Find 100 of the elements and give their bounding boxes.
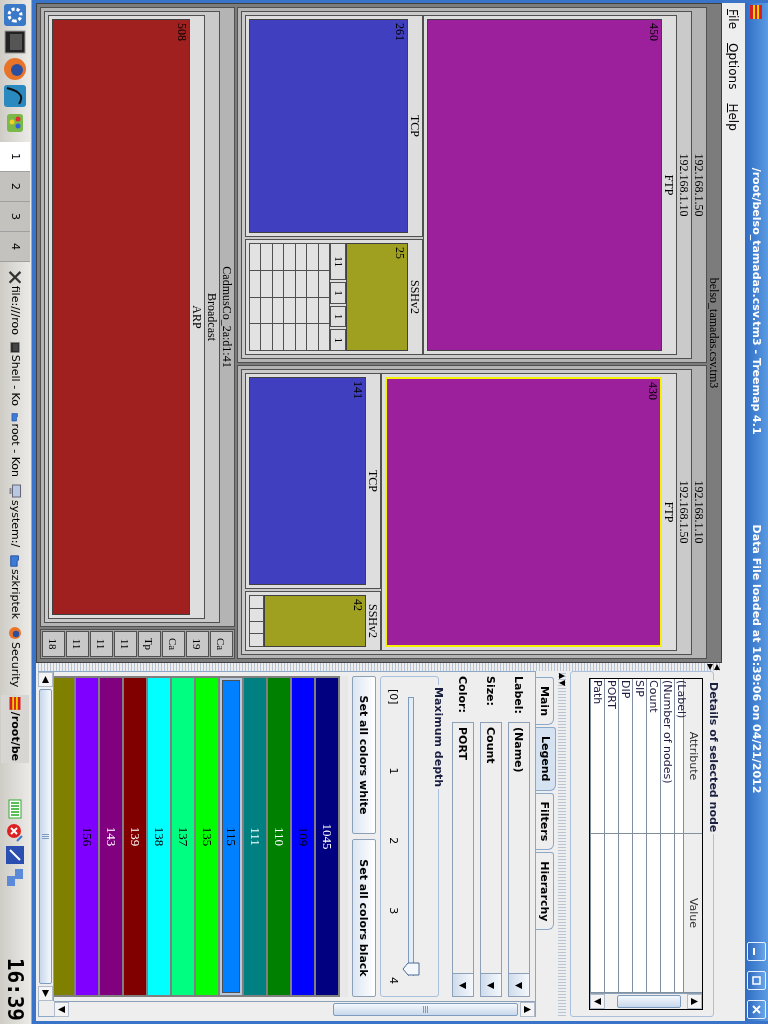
- treemap-node[interactable]: FTP 430: [381, 373, 677, 651]
- menu-item[interactable]: File: [726, 9, 741, 30]
- dropdown[interactable]: PORT: [452, 722, 474, 997]
- stripes-icon: [8, 697, 23, 710]
- task-button[interactable]: file:///roo: [1, 269, 30, 337]
- close-button[interactable]: [747, 1000, 766, 1019]
- treemap-cell[interactable]: 11: [114, 631, 137, 657]
- desktop-button[interactable]: 3: [0, 202, 31, 232]
- treemap-cell[interactable]: 1: [330, 329, 346, 351]
- treemap-cell[interactable]: 11: [90, 631, 113, 657]
- treemap-node[interactable]: CadmusCo_2a:d1:41 Broadcast ARP 508: [40, 7, 235, 627]
- treemap-node[interactable]: TCP 141: [245, 373, 381, 589]
- treemap-cell[interactable]: 11: [66, 631, 89, 657]
- node-label: CadmusCo_2a:d1:41: [220, 266, 233, 368]
- grip-icon: [422, 1006, 429, 1013]
- caret-icon: [515, 981, 523, 989]
- field-label: Label:: [512, 676, 526, 716]
- window-title: /root/belso_tamadas.csv.tm3 - Treemap 4.1: [750, 167, 763, 435]
- x-icon: [8, 271, 23, 284]
- scrollbar[interactable]: [38, 672, 54, 1001]
- table-cell: (Number of nodes): [660, 679, 674, 834]
- stripes-icon: [749, 5, 764, 19]
- node-label: FTP: [662, 501, 675, 523]
- node-label: TCP: [366, 470, 379, 492]
- treemap-cell[interactable]: 1: [330, 305, 346, 328]
- button[interactable]: Set all colors white: [352, 676, 376, 834]
- dropdown[interactable]: (Name): [508, 722, 530, 997]
- group-title: Maximum depth: [432, 685, 445, 790]
- treemap-node[interactable]: FTP 450: [423, 15, 677, 355]
- tick-label: [0]: [387, 689, 400, 705]
- caret-icon: [459, 981, 467, 989]
- panel-title: Details of selected node: [707, 680, 720, 835]
- treemap-node[interactable]: 192.168.1.50 192.168.1.10 FTP 450 TCP 261 SSHv2 25 11 1 1 1: [237, 7, 707, 363]
- terminal-icon[interactable]: [3, 30, 28, 54]
- menu-item[interactable]: Options: [726, 43, 741, 90]
- node-label: FTP: [662, 174, 675, 196]
- tab[interactable]: Main: [536, 677, 554, 725]
- treemap-cell[interactable]: 25: [346, 243, 408, 351]
- table-cell: DIP: [618, 679, 632, 834]
- dropdown[interactable]: Count: [480, 722, 502, 997]
- button[interactable]: Set all colors black: [352, 839, 376, 997]
- treemap-node[interactable]: ARP 508: [48, 15, 205, 619]
- chart-icon[interactable]: [3, 84, 28, 108]
- treemap-cell[interactable]: 42: [264, 595, 366, 647]
- tab[interactable]: Filters: [536, 792, 554, 851]
- treemap-cell[interactable]: Ca: [210, 631, 233, 657]
- slider-thumb[interactable]: [402, 962, 420, 976]
- field-label: Color:: [456, 676, 470, 715]
- treemap-node[interactable]: 192.168.1.10 192.168.1.50 FTP 430 TCP 141 SSHv2 42: [237, 365, 707, 659]
- tick-label: 1: [387, 767, 400, 775]
- treemap-cell[interactable]: 1: [330, 282, 346, 304]
- minimize-button[interactable]: [747, 942, 766, 961]
- caret-icon: [487, 981, 495, 989]
- speaker-muted-icon[interactable]: [5, 822, 26, 842]
- desktop-button[interactable]: 1: [0, 142, 31, 172]
- table-cell: Count: [646, 679, 660, 834]
- scrollbar[interactable]: [54, 1001, 535, 1017]
- tick-label: 2: [387, 837, 400, 845]
- tick-label: 3: [387, 907, 400, 915]
- small-cells-drawing: [249, 595, 264, 647]
- gear-icon[interactable]: [3, 3, 28, 27]
- tab[interactable]: Legend: [536, 727, 556, 791]
- node-label: TCP: [408, 115, 421, 137]
- node-label: belso_tamadas.csv.tm3: [707, 277, 720, 389]
- scrollbar[interactable]: [590, 993, 702, 1009]
- tab[interactable]: Hierarchy: [536, 852, 554, 931]
- desktop-button[interactable]: 4: [0, 232, 31, 262]
- pen-icon[interactable]: [5, 845, 26, 865]
- close-icon: [752, 1005, 761, 1014]
- globe-icon[interactable]: [3, 57, 28, 81]
- treemap-node[interactable]: Broadcast ARP 508: [44, 11, 220, 623]
- menu-item[interactable]: Help: [726, 103, 741, 131]
- treemap-node[interactable]: TCP 261: [245, 15, 423, 237]
- maximize-icon: [752, 976, 761, 985]
- treemap-cell[interactable]: 11: [330, 243, 346, 281]
- status-text: Data File loaded at 16:39:06 on 04/21/2012: [750, 524, 763, 794]
- treemap-cell[interactable]: 18: [42, 631, 65, 657]
- task-button[interactable]: Shell - Ko: [1, 340, 30, 408]
- tick-label: 4: [387, 976, 400, 984]
- maximize-button[interactable]: [747, 971, 766, 990]
- task-button[interactable]: system:/: [1, 482, 30, 550]
- task-button[interactable]: /root/be: [1, 695, 30, 763]
- task-button[interactable]: szkriptek: [1, 553, 30, 621]
- treemap-cell[interactable]: Tp: [138, 631, 161, 657]
- task-button[interactable]: root - Kon: [1, 411, 30, 479]
- desktop-button[interactable]: 2: [0, 172, 31, 202]
- monitor-icon: [8, 484, 23, 498]
- table-cell: PORT: [604, 679, 618, 834]
- globe-icon: [8, 626, 23, 640]
- treemap-node[interactable]: SSHv2 42: [245, 591, 381, 651]
- treemap-node[interactable]: 192.168.1.10 FTP 450 TCP 261 SSHv2 25 11 1 1 1: [241, 11, 692, 359]
- treemap-cell[interactable]: Ca: [162, 631, 185, 657]
- treemap-node[interactable]: 192.168.1.50 FTP 430 TCP 141 SSHv2 42: [241, 369, 692, 655]
- node-label: 192.168.1.50: [677, 480, 690, 544]
- treemap-node[interactable]: SSHv2 25 11 1 1 1: [245, 239, 423, 355]
- node-label: Broadcast: [205, 293, 218, 341]
- task-button[interactable]: Security: [1, 624, 30, 692]
- treemap-cell[interactable]: 19: [186, 631, 209, 657]
- table-cell: SIP: [632, 679, 646, 834]
- node-label: SSHv2: [366, 604, 379, 638]
